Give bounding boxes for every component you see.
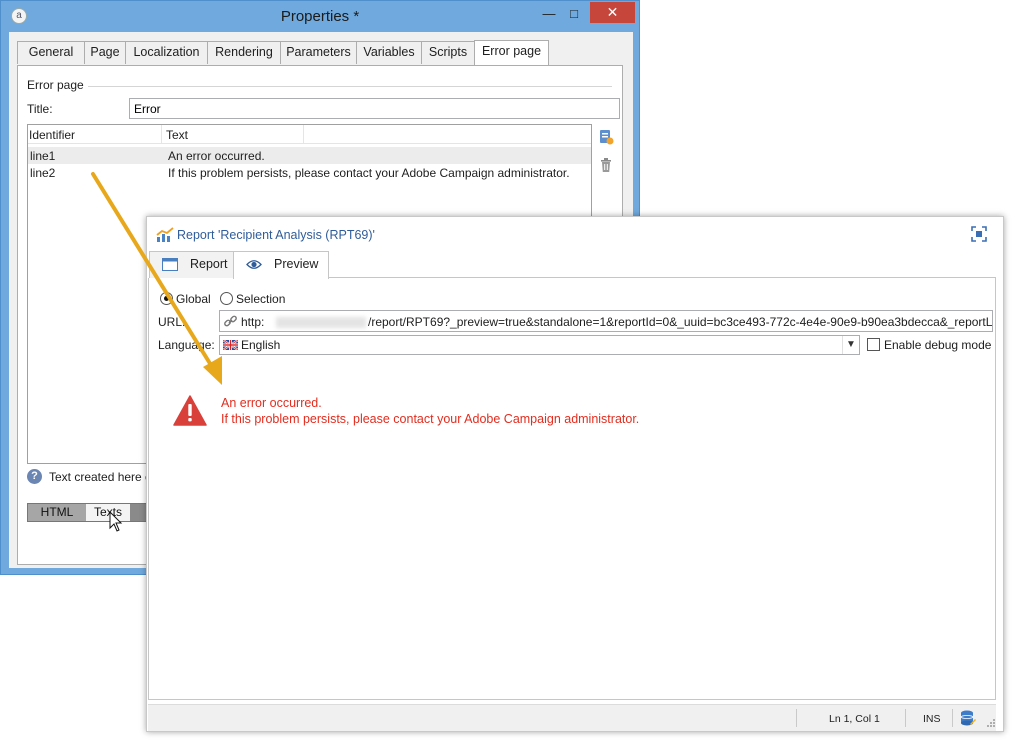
radio-global-label: Global — [176, 292, 211, 306]
maximize-button[interactable]: □ — [560, 5, 588, 25]
texts-mode-tab[interactable]: Texts — [86, 504, 130, 521]
row-text: If this problem persists, please contact… — [168, 166, 570, 180]
error-message-line2: If this problem persists, please contact… — [221, 412, 640, 426]
properties-titlebar[interactable]: a Properties * — □ ✕ — [1, 1, 639, 32]
radio-selection-label: Selection — [236, 292, 286, 306]
report-title: Report 'Recipient Analysis (RPT69)' — [177, 228, 375, 242]
radio-selection-dot[interactable] — [220, 292, 233, 305]
cursor-position: Ln 1, Col 1 — [829, 713, 880, 725]
debug-label: Enable debug mode — [884, 338, 992, 352]
language-value: English — [241, 338, 281, 352]
report-header: Report 'Recipient Analysis (RPT69)' — [147, 217, 1003, 251]
row-identifier: line2 — [30, 166, 56, 180]
status-separator — [796, 709, 797, 727]
table-row[interactable]: line2 If this problem persists, please c… — [28, 164, 591, 181]
tab-page[interactable]: Page — [84, 41, 126, 64]
tab-report[interactable]: Report — [149, 251, 235, 278]
table-row[interactable]: line1 An error occurred. — [28, 147, 591, 164]
debug-checkbox[interactable] — [867, 338, 880, 351]
resize-grip-icon[interactable] — [986, 718, 996, 728]
chevron-down-icon[interactable]: ▼ — [842, 336, 859, 354]
insert-mode: INS — [923, 713, 941, 725]
row-identifier: line1 — [30, 149, 56, 163]
help-icon: ? — [27, 469, 42, 484]
delete-icon[interactable] — [598, 157, 614, 173]
group-label: Error page — [27, 78, 88, 92]
title-label: Title: — [27, 102, 53, 116]
row-text: An error occurred. — [168, 149, 265, 163]
language-label: Language: — [158, 338, 215, 352]
url-field[interactable]: http: /report/RPT69?_preview=true&standa… — [219, 310, 993, 332]
warning-icon — [173, 395, 207, 426]
tab-general[interactable]: General — [17, 41, 85, 64]
report-window: Report 'Recipient Analysis (RPT69)' Repo… — [146, 216, 1004, 732]
tab-parameters[interactable]: Parameters — [280, 41, 357, 64]
help-text: Text created here c — [49, 470, 152, 484]
tab-rendering[interactable]: Rendering — [207, 41, 281, 64]
language-select[interactable]: English ▼ — [219, 335, 860, 355]
report-tab-icon — [162, 258, 178, 271]
url-path: /report/RPT69?_preview=true&standalone=1… — [368, 315, 993, 329]
tab-error-page[interactable]: Error page — [474, 40, 549, 65]
group-divider — [88, 86, 612, 87]
url-prefix: http: — [241, 315, 265, 329]
url-redacted-host — [276, 317, 366, 328]
tab-variables[interactable]: Variables — [356, 41, 422, 64]
tab-localization[interactable]: Localization — [125, 41, 208, 64]
eye-icon — [246, 260, 262, 269]
column-header-identifier[interactable]: Identifier — [29, 128, 75, 142]
mode-tabs: HTML Texts — [27, 503, 147, 522]
url-label: URL: — [158, 315, 186, 329]
expand-icon[interactable] — [971, 226, 987, 242]
uk-flag-icon — [223, 340, 238, 350]
minimize-button[interactable]: — — [535, 5, 563, 25]
status-bar: Ln 1, Col 1 INS — [148, 704, 996, 731]
add-icon[interactable] — [598, 129, 614, 145]
tab-report-label: Report — [190, 257, 228, 271]
radio-global-dot[interactable] — [160, 292, 173, 305]
mouse-cursor-icon — [109, 511, 123, 532]
database-icon[interactable] — [960, 710, 976, 727]
link-icon[interactable] — [223, 314, 238, 329]
column-separator — [303, 125, 304, 144]
column-separator — [161, 125, 162, 144]
tab-preview[interactable]: Preview — [233, 251, 329, 279]
title-input[interactable] — [129, 98, 620, 119]
tab-preview-label: Preview — [274, 257, 319, 271]
status-separator — [905, 709, 906, 727]
error-message-line1: An error occurred. — [221, 396, 322, 410]
preview-panel: Global Selection URL: http: /report/RPT6… — [148, 278, 996, 700]
list-header: Identifier Text — [28, 125, 591, 144]
close-button[interactable]: ✕ — [590, 2, 635, 23]
tab-scripts[interactable]: Scripts — [421, 41, 475, 64]
column-header-text[interactable]: Text — [166, 128, 188, 142]
report-chart-icon — [156, 227, 174, 242]
status-separator — [952, 709, 953, 727]
report-tabs: Report Preview — [147, 251, 1003, 279]
html-mode-tab[interactable]: HTML — [28, 504, 86, 521]
